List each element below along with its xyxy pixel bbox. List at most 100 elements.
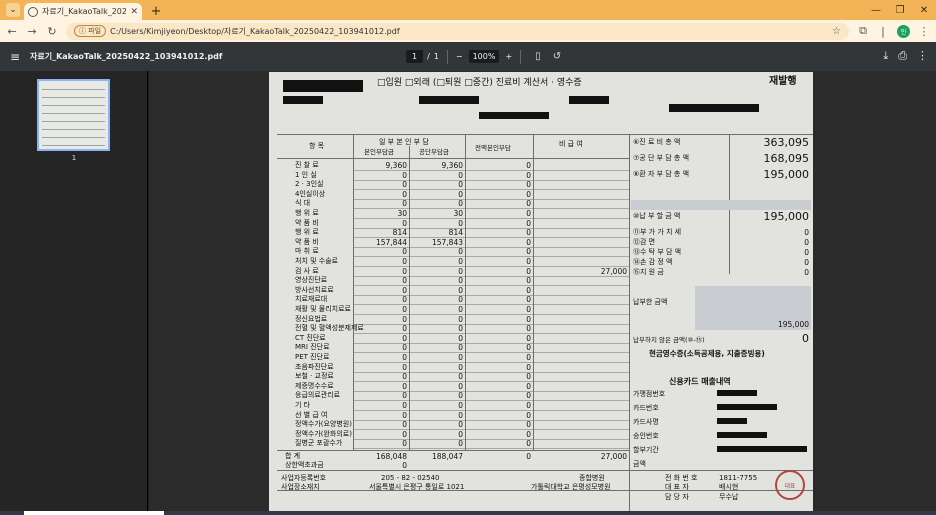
- row-self: 0: [402, 257, 407, 266]
- extensions-icon[interactable]: ⧉: [857, 24, 869, 38]
- row-full: 0: [526, 285, 531, 295]
- row-label: 기 타: [295, 401, 311, 409]
- back-icon[interactable]: ←: [6, 25, 18, 38]
- row-corp: 0: [458, 343, 463, 353]
- total-full: 0: [526, 452, 531, 461]
- row-label: 약 품 비: [295, 218, 319, 227]
- row-full: 0: [526, 237, 531, 247]
- row-corp: 0: [458, 381, 463, 391]
- redacted-block: [717, 418, 747, 424]
- row-full: 0: [526, 429, 531, 439]
- phone: 1811-7755: [719, 474, 758, 482]
- col-category: 항 목: [309, 142, 325, 150]
- cash-receipt-title: 현금영수증(소득공제용, 지출증빙용): [649, 349, 765, 358]
- row-label: 진 찰 료: [295, 161, 319, 169]
- pdf-file-name: 자료기_KakaoTalk_20250422_103941012.pdf: [30, 52, 223, 61]
- row-full: 0: [526, 401, 531, 410]
- row-full: 0: [526, 295, 531, 305]
- more-options-icon[interactable]: ⋮: [917, 49, 928, 63]
- summary-label: ⑩납 부 할 금 액: [633, 212, 681, 220]
- upper-limit-value: 0: [402, 461, 407, 470]
- page-thumbnail[interactable]: [37, 79, 110, 151]
- card-row-label: 승인번호: [633, 432, 659, 440]
- tab-search-button[interactable]: ⌄: [6, 3, 20, 17]
- biz-number: 205 - 82 - 02540: [381, 474, 440, 482]
- card-row-label: 금액: [633, 460, 646, 468]
- row-full: 0: [526, 353, 531, 362]
- card-row-label: 할부기간: [633, 446, 659, 454]
- forward-icon[interactable]: →: [26, 25, 38, 38]
- row-self: 0: [402, 314, 407, 324]
- row-corp: 0: [458, 180, 463, 190]
- browser-menu-icon[interactable]: ⋮: [918, 25, 930, 38]
- summary-value: 0: [804, 248, 809, 257]
- summary-label: ⑧환 자 부 담 총 액: [633, 170, 690, 178]
- redacted-block: [717, 404, 777, 410]
- row-full: 0: [526, 305, 531, 314]
- close-window-icon[interactable]: ✕: [912, 0, 936, 20]
- row-label: 질병군 포괄수가: [295, 439, 343, 448]
- card-row-label: 카드사명: [633, 418, 659, 426]
- staff-label: 담 당 자: [665, 493, 689, 501]
- row-label: 행 위 료: [295, 209, 319, 217]
- row-label: 정액수가(완화의료): [295, 429, 352, 438]
- col-corp: 공단부담금: [419, 148, 449, 156]
- total-label: 합 계: [285, 452, 301, 460]
- zoom-level-input[interactable]: 100%: [468, 50, 500, 63]
- row-corp: 0: [458, 257, 463, 266]
- redacted-block: [669, 104, 759, 112]
- bookmark-star-icon[interactable]: ☆: [832, 26, 841, 37]
- download-icon[interactable]: ⤓: [883, 49, 888, 63]
- row-self: 0: [402, 343, 407, 353]
- hamburger-menu-icon[interactable]: ≡: [0, 50, 30, 64]
- row-self: 0: [402, 247, 407, 257]
- reload-icon[interactable]: ↻: [46, 25, 58, 38]
- row-full: 0: [526, 439, 531, 449]
- row-corp: 0: [458, 276, 463, 286]
- url-text[interactable]: C:/Users/Kimjiyeon/Desktop/자료기_KakaoTalk…: [110, 26, 828, 37]
- row-self: 0: [402, 266, 407, 276]
- row-full: 0: [526, 410, 531, 420]
- tab-strip: ⌄ 자료기_KakaoTalk_20250422_1 ✕ +: [0, 0, 936, 20]
- site-info-chip[interactable]: ⓘ 파일: [74, 25, 107, 37]
- address-bar[interactable]: ⓘ 파일 C:/Users/Kimjiyeon/Desktop/자료기_Kaka…: [66, 22, 849, 40]
- toolbar-divider-2: [520, 49, 522, 64]
- maximize-icon[interactable]: ❐: [888, 0, 912, 20]
- rotate-icon[interactable]: ↺: [553, 51, 561, 62]
- divider: |: [881, 24, 885, 38]
- new-tab-button[interactable]: +: [148, 3, 164, 19]
- tab-active[interactable]: 자료기_KakaoTalk_20250422_1 ✕: [24, 3, 142, 20]
- row-corp: 0: [458, 218, 463, 228]
- profile-avatar[interactable]: 인: [897, 24, 910, 38]
- pdf-viewer[interactable]: □입원 □외래 (□퇴원 □중간) 진료비 계산서 · 영수증 재발행 항 목 …: [149, 71, 936, 515]
- row-label: 처치 및 수술료: [295, 257, 339, 265]
- summary-label: ⑦공 단 부 담 총 액: [633, 154, 690, 162]
- page-number-input[interactable]: 1: [406, 50, 424, 63]
- card-row-label: 카드번호: [633, 404, 659, 412]
- zoom-out-button[interactable]: −: [456, 52, 463, 61]
- window-controls: — ❐ ✕: [864, 0, 936, 20]
- minimize-icon[interactable]: —: [864, 0, 888, 20]
- row-self: 0: [402, 170, 407, 180]
- row-full: 0: [526, 209, 531, 218]
- pdf-actions: ⤓ ⎙ ⋮: [883, 49, 928, 63]
- summary-value: 0: [804, 238, 809, 247]
- fit-page-icon[interactable]: ▯: [535, 51, 541, 62]
- redacted-block: [717, 432, 767, 438]
- summary-label: ⑬수 탁 부 담 액: [633, 248, 682, 256]
- row-label: 응급의료관리료: [295, 391, 341, 400]
- close-tab-icon[interactable]: ✕: [130, 7, 138, 17]
- row-corp: 0: [458, 199, 463, 209]
- row-label: 4인실이상: [295, 189, 326, 198]
- row-label: 식 대: [295, 199, 311, 208]
- print-icon[interactable]: ⎙: [898, 49, 907, 63]
- row-full: 0: [526, 199, 531, 209]
- row-corp: 0: [458, 362, 463, 372]
- zoom-in-button[interactable]: +: [505, 52, 512, 61]
- summary-label: ⑮지 원 금: [633, 268, 664, 276]
- col-full: 전액본인부담: [475, 144, 511, 152]
- row-self: 30: [397, 209, 407, 218]
- summary-label: ⑥진 료 비 총 액: [633, 138, 681, 146]
- row-corp: 0: [458, 295, 463, 305]
- phone-label: 전 화 번 호: [665, 474, 698, 482]
